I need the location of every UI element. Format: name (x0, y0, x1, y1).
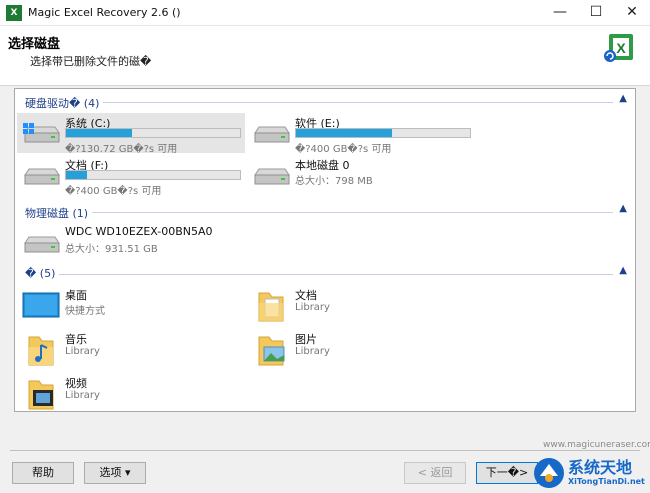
folder-name: 音乐 (65, 333, 87, 346)
folder-item-desktop[interactable]: 桌面 快捷方式 (17, 285, 245, 325)
folder-type: Library (295, 302, 330, 313)
brand-logo-icon (534, 458, 564, 488)
usage-bar (65, 170, 241, 180)
drive-item-f[interactable]: 文档 (F:) �?400 GB�?s 可用 (17, 155, 245, 197)
section-divider (25, 212, 613, 213)
minimize-button[interactable]: — (542, 0, 578, 26)
desktop-icon (22, 292, 60, 318)
folder-type: Library (295, 346, 330, 357)
physical-disk-item[interactable]: WDC WD10EZEX-00BN5A0 总大小：931.51 GB (17, 223, 245, 263)
section-divider (25, 274, 613, 275)
next-button[interactable]: 下一�> (476, 462, 538, 484)
folder-item-documents[interactable]: 文档 Library (247, 285, 475, 325)
brand-name: 系统天地 (568, 458, 633, 477)
collapse-chevron-icon[interactable]: ▲ (619, 93, 627, 104)
title-bar: X Magic Excel Recovery 2.6 () — ☐ ✕ (0, 0, 650, 26)
maximize-button[interactable]: ☐ (578, 0, 614, 26)
drive-item-local-disk-0[interactable]: 本地磁盘 0 总大小：798 MB (247, 155, 475, 195)
section-folders[interactable]: � (5) ▲ (25, 265, 627, 281)
drive-item-c[interactable]: 系统 (C:) �?130.72 GB�?s 可用 (17, 113, 245, 155)
folder-name: 文档 (295, 289, 317, 302)
folder-type: Library (65, 390, 100, 401)
drive-free-space: �?400 GB�?s 可用 (65, 186, 162, 197)
collapse-chevron-icon[interactable]: ▲ (619, 265, 627, 276)
section-hard-drives-label: 硬盘驱动� (4) (25, 95, 104, 111)
drive-name: 本地磁盘 0 (295, 159, 350, 172)
brand-watermark: 系统天地 XiTongTianDi.net (530, 452, 648, 492)
folder-type: Library (65, 346, 100, 357)
collapse-chevron-icon[interactable]: ▲ (619, 203, 627, 214)
disk-list-panel[interactable]: 硬盘驱动� (4) ▲ 系统 (C:) �?130.72 GB�?s 可用 软件… (14, 88, 636, 412)
disk-total-size: 总大小：931.51 GB (65, 244, 158, 255)
drive-item-e[interactable]: 软件 (E:) �?400 GB�?s 可用 (247, 113, 475, 155)
folder-name: 图片 (295, 333, 317, 346)
hard-drive-icon (254, 126, 290, 143)
close-button[interactable]: ✕ (614, 0, 650, 26)
help-button[interactable]: 帮助 (12, 462, 74, 484)
folder-name: 视频 (65, 377, 87, 390)
section-divider (25, 102, 613, 103)
documents-folder-icon (258, 292, 284, 322)
drive-total-size: 总大小：798 MB (295, 176, 373, 187)
excel-recovery-logo-icon: X (604, 34, 633, 62)
options-button[interactable]: 选项 ▾ (84, 462, 146, 484)
section-hard-drives[interactable]: 硬盘驱动� (4) ▲ (25, 93, 627, 111)
section-physical-disks[interactable]: 物理磁盘 (1) ▲ (25, 203, 627, 221)
section-physical-disks-label: 物理磁盘 (1) (25, 205, 93, 221)
page-title: 选择磁盘 (8, 37, 61, 52)
excel-app-icon: X (6, 5, 22, 21)
usage-bar (65, 128, 241, 138)
window-title: Magic Excel Recovery 2.6 () (28, 6, 181, 19)
drive-free-space: �?130.72 GB�?s 可用 (65, 144, 178, 155)
music-folder-icon (28, 336, 54, 366)
website-url: www.magicuneraser.com (540, 440, 650, 450)
footer-divider (10, 450, 640, 451)
hard-drive-icon (254, 168, 290, 185)
svg-text:X: X (616, 40, 626, 56)
brand-url: XiTongTianDi.net (568, 477, 645, 486)
hard-drive-icon (24, 168, 60, 185)
wizard-header: 选择磁盘 选择带已删除文件的磁� X (0, 26, 650, 86)
folder-item-pictures[interactable]: 图片 Library (247, 329, 475, 369)
back-button[interactable]: < 返回 (404, 462, 466, 484)
hard-drive-icon (23, 123, 60, 143)
drive-free-space: �?400 GB�?s 可用 (295, 144, 392, 155)
folder-type: 快捷方式 (65, 306, 105, 317)
folder-item-videos[interactable]: 视频 Library (17, 373, 245, 413)
folder-name: 桌面 (65, 289, 87, 302)
page-subtitle: 选择带已删除文件的磁� (30, 55, 152, 68)
pictures-folder-icon (258, 336, 285, 366)
hard-drive-icon (24, 236, 60, 253)
videos-folder-icon (28, 380, 54, 410)
section-folders-label: � (5) (25, 267, 60, 280)
folder-item-music[interactable]: 音乐 Library (17, 329, 245, 369)
disk-model-name: WDC WD10EZEX-00BN5A0 (65, 225, 213, 238)
usage-bar (295, 128, 471, 138)
